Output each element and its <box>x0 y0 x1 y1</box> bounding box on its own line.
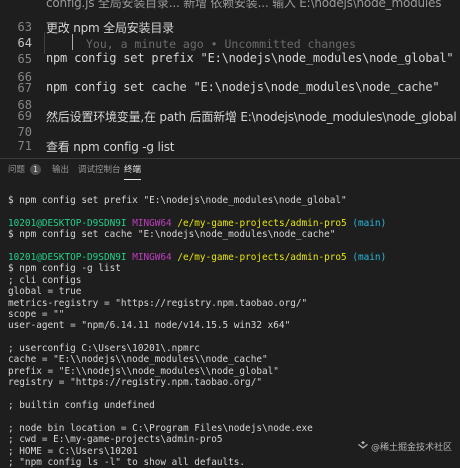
tab-problems[interactable]: 问题 <box>8 163 25 175</box>
editor-line-67[interactable]: 67 npm config set cache "E:\nodejs\node_… <box>0 80 460 96</box>
prompt-path: /e/my-game-projects/admin-pro5 <box>177 251 347 263</box>
terminal-output-line: ; builtin config undefined <box>8 400 155 412</box>
prompt-shell: MINGW64 <box>132 251 172 263</box>
terminal-prompt: 10201@DESKTOP-D9SDN9I MINGW64 /e/my-game… <box>8 252 458 263</box>
line-text: 然后设置环境变量,在 path 后面新增 E:\nodejs\node_modu… <box>46 110 457 124</box>
line-number: 70 <box>17 125 32 139</box>
watermark: @稀土掘金技术社区 <box>357 440 452 454</box>
line-text: npm config set cache "E:\nodejs\node_mod… <box>46 80 440 94</box>
line-text: 查看 npm config -g list <box>46 140 175 154</box>
terminal-output-line: registry = "https://registry.npm.taobao.… <box>8 377 262 389</box>
line-number: 69 <box>17 109 32 123</box>
editor-line-69[interactable]: 69 然后设置环境变量,在 path 后面新增 E:\nodejs\node_m… <box>0 108 460 124</box>
line-text: 更改 npm 全局安装目录 <box>46 21 174 35</box>
terminal-output-line: cache = "E:\\nodejs\\node_modules\\node_… <box>8 354 268 366</box>
tab-terminal[interactable]: 终端 <box>124 163 142 180</box>
bottom-panel: 问题 1 输出 调试控制台 终端 $ npm config set prefix… <box>0 158 460 468</box>
tab-debug-console[interactable]: 调试控制台 <box>78 163 121 175</box>
editor-line-71[interactable]: 71 查看 npm config -g list <box>0 138 460 154</box>
line-number: 71 <box>17 139 32 153</box>
partial-line-text: config.js 全局安装目录... 新增 依赖安装... 输入 E:\nod… <box>46 0 442 10</box>
code-editor[interactable]: config.js 全局安装目录... 新增 依赖安装... 输入 E:\nod… <box>0 0 460 158</box>
prompt-branch: (main) <box>352 251 387 263</box>
terminal-output-line: prefix = "E:\\nodejs\\node_modules\\node… <box>8 365 279 377</box>
text-cursor <box>72 34 73 50</box>
editor-line-65[interactable]: 65 npm config set prefix "E:\nodejs\node… <box>0 51 460 67</box>
line-text: npm config set prefix "E:\nodejs\node_mo… <box>46 51 454 65</box>
tab-output[interactable]: 输出 <box>52 163 69 175</box>
problems-count-badge: 1 <box>30 164 41 175</box>
prompt-user: 10201@DESKTOP-D9SDN9I <box>8 217 127 229</box>
line-number: 67 <box>17 81 32 95</box>
terminal-output-line: global = true <box>8 286 82 298</box>
terminal-command: $ npm config -g list <box>8 263 121 275</box>
editor-line-63[interactable]: 63 更改 npm 全局安装目录 <box>0 19 460 35</box>
line-number: 64 <box>17 36 32 50</box>
terminal-command: $ npm config set cache "E:\nodejs\node_m… <box>8 229 336 241</box>
terminal-prompt: 10201@DESKTOP-D9SDN9I MINGW64 /e/my-game… <box>8 218 458 229</box>
terminal-output[interactable]: $ npm config set prefix "E:\nodejs\node_… <box>8 195 458 468</box>
line-number: 65 <box>17 52 32 66</box>
terminal-output-line: metrics-registry = "https://registry.npm… <box>8 297 308 309</box>
terminal-output-line: scope = "" <box>8 308 65 320</box>
terminal-output-line: ; userconfig C:\Users\10201\.npmrc <box>8 343 200 355</box>
editor-partial-line: config.js 全局安装目录... 新增 依赖安装... 输入 E:\nod… <box>0 0 460 10</box>
panel-tabs: 问题 1 输出 调试控制台 终端 <box>0 159 460 181</box>
watermark-text: @稀土掘金技术社区 <box>370 442 452 453</box>
prompt-path: /e/my-game-projects/admin-pro5 <box>177 217 347 229</box>
terminal-output-line: ; "npm config ls -l" to show all default… <box>8 456 246 468</box>
line-number: 63 <box>17 20 32 34</box>
terminal-output-line: user-agent = "npm/6.14.11 node/v14.15.5 … <box>8 320 291 332</box>
prompt-branch: (main) <box>352 217 387 229</box>
terminal-output-line: ; cli configs <box>8 274 82 286</box>
terminal-output-line: ; node bin location = C:\Program Files\n… <box>8 422 313 434</box>
git-blame-annotation: You, a minute ago • Uncommitted changes <box>86 37 357 51</box>
prompt-shell: MINGW64 <box>132 217 172 229</box>
terminal-command: $ npm config set prefix "E:\nodejs\node_… <box>8 195 347 206</box>
juejin-logo-icon <box>357 441 368 453</box>
prompt-user: 10201@DESKTOP-D9SDN9I <box>8 251 127 263</box>
